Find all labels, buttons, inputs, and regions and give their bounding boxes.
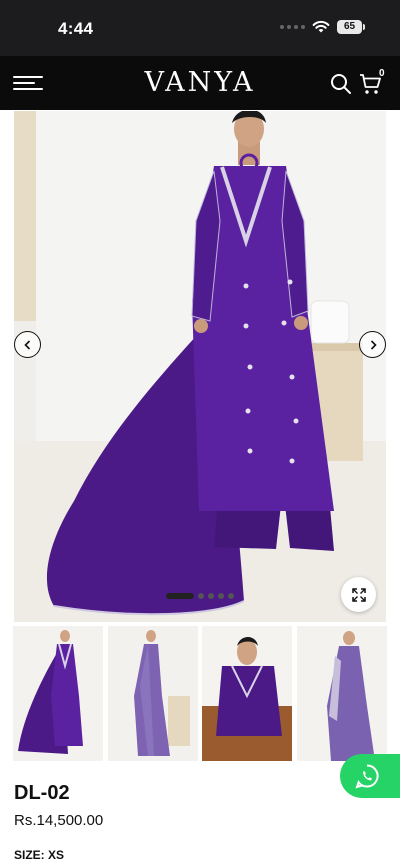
cart-count-badge: 0 xyxy=(379,68,385,79)
product-price: Rs.14,500.00 xyxy=(14,812,104,829)
pagination-dot[interactable] xyxy=(208,593,214,599)
expand-image-button[interactable] xyxy=(341,577,376,612)
pagination-dot[interactable] xyxy=(198,593,204,599)
search-icon[interactable] xyxy=(329,72,353,96)
cellular-signal-icon xyxy=(280,25,305,29)
whatsapp-chat-button[interactable] xyxy=(340,754,400,798)
site-header: VANYA 0 xyxy=(0,56,400,110)
carousel-pagination xyxy=(166,593,234,599)
chevron-right-icon xyxy=(370,339,377,350)
cart-button[interactable]: 0 xyxy=(359,68,389,96)
next-slide-button[interactable] xyxy=(359,331,386,358)
size-label: SIZE: xyxy=(14,848,45,862)
thumbnail-front[interactable] xyxy=(13,626,104,761)
battery-icon: 65 xyxy=(337,20,365,34)
prev-slide-button[interactable] xyxy=(14,331,41,358)
product-photo xyxy=(14,111,386,622)
status-indicators: 65 xyxy=(280,20,365,34)
product-title: DL-02 xyxy=(14,782,70,804)
wifi-icon xyxy=(312,20,330,33)
expand-icon xyxy=(351,587,366,602)
thumbnail-back[interactable] xyxy=(296,626,388,761)
size-value: XS xyxy=(48,848,65,862)
thumbnail-strip xyxy=(13,626,387,761)
chevron-left-icon xyxy=(23,339,30,350)
pagination-dot[interactable] xyxy=(218,593,224,599)
thumbnail-seated[interactable] xyxy=(202,626,293,761)
size-selector-label: SIZE: XS xyxy=(14,848,64,862)
whatsapp-icon xyxy=(355,764,379,789)
status-time: 4:44 xyxy=(58,19,94,38)
product-image-carousel[interactable] xyxy=(14,111,386,622)
status-bar: 4:44 65 xyxy=(0,0,400,56)
pagination-dot[interactable] xyxy=(228,593,234,599)
thumbnail-side[interactable] xyxy=(107,626,199,761)
pagination-dot[interactable] xyxy=(166,593,194,599)
